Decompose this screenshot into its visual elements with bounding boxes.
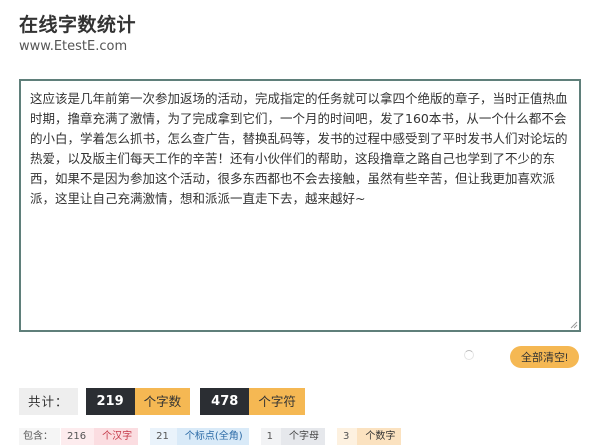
hanzi-count-unit: 个汉字	[94, 428, 139, 445]
resize-handle-icon[interactable]	[569, 320, 578, 329]
char-count-unit: 个字数	[134, 388, 191, 415]
text-input[interactable]: 这应该是几年前第一次参加返场的活动，完成指定的任务就可以拿四个绝版的章子，当时正…	[21, 81, 579, 330]
page-title: 在线字数统计	[19, 14, 137, 36]
punctuation-count-value: 21	[150, 428, 177, 445]
clear-all-button[interactable]: 全部清空!	[510, 346, 579, 368]
text-editor[interactable]: 这应该是几年前第一次参加返场的活动，完成指定的任务就可以拿四个绝版的章子，当时正…	[19, 79, 581, 332]
digit-count-unit: 个数字	[357, 428, 402, 445]
char-count-value: 219	[85, 388, 135, 415]
symbol-count-unit: 个字符	[249, 388, 305, 415]
symbol-count-stat: 478 个字符	[200, 388, 305, 415]
digit-count-chip: 3 个数字	[337, 428, 402, 445]
site-url: www.EtestE.com	[19, 39, 128, 54]
letter-count-unit: 个字母	[281, 428, 326, 445]
stats-bar: 共计： 219 个字数 478 个字符	[19, 388, 315, 415]
digit-count-value: 3	[337, 428, 358, 445]
punctuation-count-chip: 21 个标点(全角)	[150, 428, 249, 445]
letter-count-chip: 1 个字母	[260, 428, 326, 445]
hanzi-count-value: 216	[61, 428, 95, 445]
loading-spinner-icon	[464, 350, 474, 360]
breakdown-label: 包含：	[19, 428, 60, 445]
stats-label: 共计：	[19, 388, 78, 415]
breakdown-bar: 包含： 216 个汉字 21 个标点(全角) 1 个字母 3 个数字	[19, 428, 413, 445]
hanzi-count-chip: 216 个汉字	[61, 428, 139, 445]
char-count-stat: 219 个字数	[85, 388, 191, 415]
punctuation-count-unit: 个标点(全角)	[176, 428, 249, 445]
letter-count-value: 1	[260, 428, 282, 445]
symbol-count-value: 478	[200, 388, 250, 415]
